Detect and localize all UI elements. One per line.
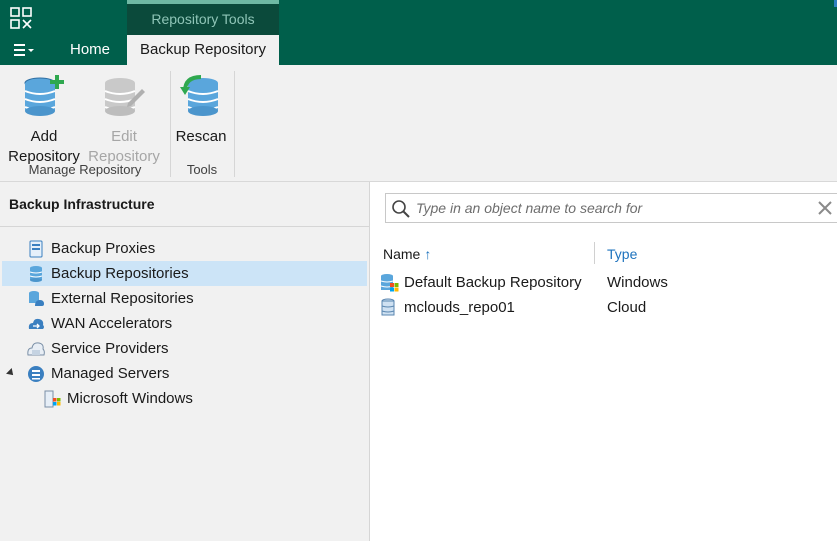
rescan-icon xyxy=(180,75,219,116)
sidebar-item-label: External Repositories xyxy=(51,290,194,307)
column-header-label: Name xyxy=(383,246,421,262)
wan-accelerator-icon xyxy=(28,318,44,329)
row-type: Cloud xyxy=(607,299,647,316)
windows-server-icon xyxy=(44,390,61,408)
expand-chevron-icon[interactable] xyxy=(6,368,16,378)
column-divider[interactable] xyxy=(594,242,595,264)
context-tab-label: Repository Tools xyxy=(151,11,255,27)
sidebar-item-backup-proxies[interactable]: Backup Proxies xyxy=(27,236,367,261)
edit-repository-label-1: Edit xyxy=(111,128,137,145)
sidebar-item-label: WAN Accelerators xyxy=(51,315,173,332)
sort-ascending-icon: ↑ xyxy=(424,246,432,262)
managed-servers-icon xyxy=(28,366,44,382)
sidebar-item-service-providers[interactable]: Service Providers xyxy=(27,336,367,361)
column-header-name[interactable]: Name ↑ xyxy=(383,246,431,262)
sidebar-item-microsoft-windows[interactable]: Microsoft Windows xyxy=(43,386,367,411)
sidebar-item-managed-servers[interactable]: Managed Servers xyxy=(2,361,367,386)
context-tab-header: Repository Tools xyxy=(127,0,279,35)
table-row[interactable]: mclouds_repo01 Cloud xyxy=(379,295,837,320)
title-bar: Repository Tools Home Backup Repository xyxy=(0,0,837,65)
sidebar-item-external-repositories[interactable]: External Repositories xyxy=(27,286,367,311)
rescan-button[interactable]: Rescan xyxy=(172,73,230,147)
sidebar-item-label: Microsoft Windows xyxy=(67,390,193,407)
edit-repository-icon xyxy=(104,78,145,116)
row-type: Windows xyxy=(607,274,668,291)
tab-home[interactable]: Home xyxy=(60,35,120,65)
add-repository-icon xyxy=(24,75,64,116)
edit-repository-button[interactable]: Edit Repository xyxy=(85,73,163,167)
service-provider-icon xyxy=(27,342,45,356)
sidebar-item-backup-repositories[interactable]: Backup Repositories xyxy=(2,261,367,286)
row-name: mclouds_repo01 xyxy=(404,299,515,316)
column-header-type[interactable]: Type xyxy=(607,246,637,262)
content-pane: Type in an object name to search for Nam… xyxy=(371,182,837,541)
divider xyxy=(0,226,369,227)
external-repository-icon xyxy=(29,291,44,306)
hamburger-menu-icon[interactable] xyxy=(12,40,38,60)
sidebar-item-label: Service Providers xyxy=(51,340,169,357)
search-icon xyxy=(392,200,410,218)
cloud-repository-icon xyxy=(381,298,395,316)
group-tools: Tools xyxy=(186,162,218,177)
backup-proxy-icon xyxy=(29,240,43,258)
rescan-label: Rescan xyxy=(175,128,227,145)
navigation-pane: Backup Infrastructure Backup Proxies Bac… xyxy=(0,182,370,541)
search-placeholder: Type in an object name to search for xyxy=(416,200,643,216)
tab-backup-repository[interactable]: Backup Repository xyxy=(127,35,279,65)
windows-repository-icon xyxy=(380,274,399,292)
search-input[interactable]: Type in an object name to search for xyxy=(385,193,837,223)
row-name: Default Backup Repository xyxy=(404,274,582,291)
table-row[interactable]: Default Backup Repository Windows xyxy=(379,270,837,295)
app-logo-icon xyxy=(10,7,32,29)
clear-search-icon[interactable] xyxy=(814,197,836,219)
ribbon: Add Repository Edit Repository Rescan Ma… xyxy=(0,65,837,182)
sidebar-item-wan-accelerators[interactable]: WAN Accelerators xyxy=(27,311,367,336)
add-repository-label-1: Add xyxy=(30,128,58,145)
backup-repository-icon xyxy=(29,266,43,282)
group-manage-repository: Manage Repository xyxy=(28,162,142,177)
pane-title: Backup Infrastructure xyxy=(9,196,155,212)
sidebar-item-label: Backup Proxies xyxy=(51,240,156,257)
sidebar-item-label: Backup Repositories xyxy=(51,265,189,282)
ribbon-separator xyxy=(234,71,235,177)
add-repository-button[interactable]: Add Repository xyxy=(5,73,83,167)
sidebar-item-label: Managed Servers xyxy=(51,365,170,382)
